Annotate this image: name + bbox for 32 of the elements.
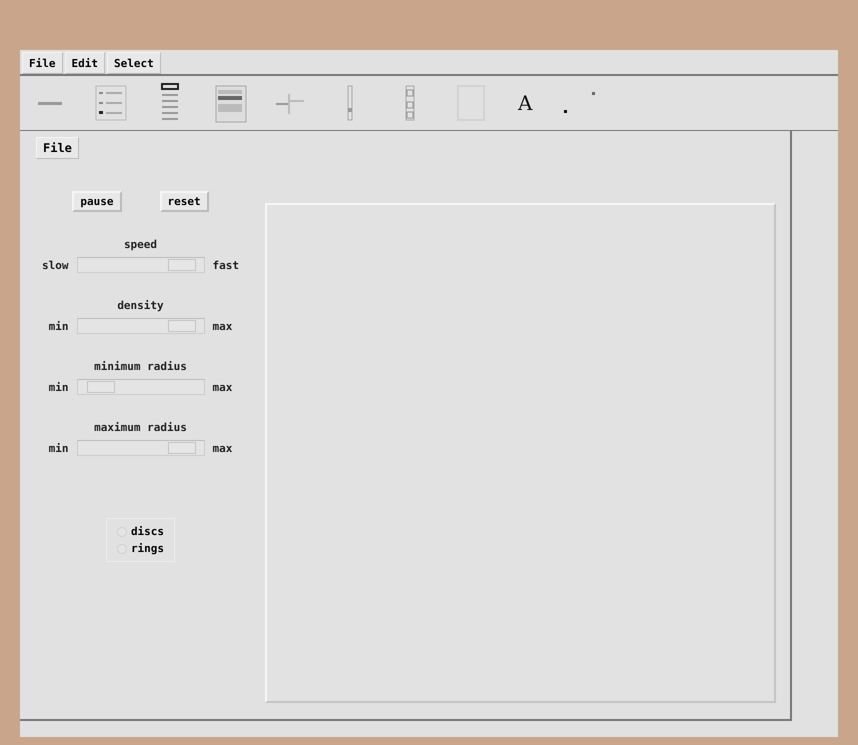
slider-max-label: fast xyxy=(212,258,239,272)
slider-track[interactable] xyxy=(76,440,204,456)
menu-item[interactable]: Select xyxy=(107,52,161,74)
menu-item[interactable]: Edit xyxy=(64,52,105,74)
slider-track[interactable] xyxy=(76,257,204,273)
slider-thumb[interactable] xyxy=(168,320,196,332)
slider-label: maximum radius xyxy=(94,421,187,434)
slider-thumb[interactable] xyxy=(168,259,196,271)
menu-item[interactable]: File xyxy=(22,52,62,74)
pause-button[interactable]: pause xyxy=(72,191,122,212)
slider-track[interactable] xyxy=(76,379,204,395)
slider-thumb[interactable] xyxy=(168,442,196,454)
slider-label: speed xyxy=(124,238,158,251)
radio-option[interactable]: discs xyxy=(116,525,164,538)
slider-max-label: max xyxy=(212,442,232,454)
slider-max-label: max xyxy=(212,320,232,332)
radio-label: discs xyxy=(130,525,164,538)
slider-track[interactable] xyxy=(76,318,204,334)
slider-min-label: min xyxy=(48,442,68,454)
radio-label: rings xyxy=(130,542,164,555)
text-tool[interactable]: A xyxy=(514,91,536,115)
slider-label: minimum radius xyxy=(94,360,187,373)
reset-button[interactable]: reset xyxy=(160,191,209,212)
slider-max-label: max xyxy=(212,380,232,394)
radio-option[interactable]: rings xyxy=(116,542,164,555)
slider-min-label: slow xyxy=(42,258,68,272)
slider-min-label: min xyxy=(48,380,68,394)
slider-min-label: min xyxy=(48,320,68,332)
slider-thumb[interactable] xyxy=(87,381,116,393)
drawing-canvas[interactable] xyxy=(265,203,776,703)
menu-item[interactable]: File xyxy=(36,137,79,159)
slider-label: density xyxy=(117,299,164,312)
